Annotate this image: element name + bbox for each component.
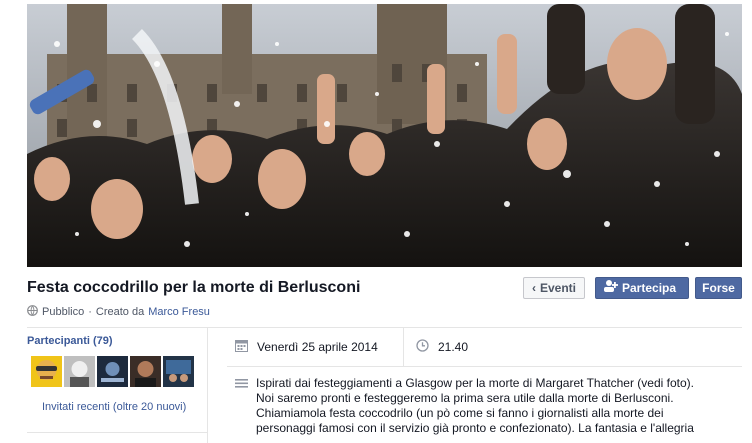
- avatar[interactable]: [31, 356, 62, 387]
- description-line: Noi saremo pronti e festeggeremo la prim…: [256, 391, 674, 405]
- event-title: Festa coccodrillo per la morte di Berlus…: [27, 279, 361, 296]
- events-back-button[interactable]: ‹ Eventi: [523, 277, 586, 299]
- event-header: Festa coccodrillo per la morte di Berlus…: [27, 277, 742, 303]
- cover-photo[interactable]: [27, 4, 742, 267]
- description-lines-icon: [235, 376, 248, 436]
- description-text: Ispirati dai festeggiamenti a Glasgow pe…: [256, 376, 736, 436]
- created-by-prefix: Creato da: [95, 306, 145, 318]
- avatar[interactable]: [130, 356, 161, 387]
- participants-panel: Partecipanti (79) Invitati recenti (oltr…: [27, 328, 208, 443]
- event-date-label: Venerdì 25 aprile 2014: [257, 340, 378, 354]
- clock-icon: [416, 339, 429, 355]
- invited-recent-link[interactable]: Invitati recenti (oltre 20 nuovi): [42, 401, 186, 413]
- chevron-left-icon: ‹: [532, 281, 536, 295]
- join-label: Partecipa: [622, 281, 677, 295]
- privacy-label: Pubblico: [42, 306, 85, 318]
- event-date[interactable]: Venerdì 25 aprile 2014: [235, 339, 378, 355]
- description-line: Ispirati dai festeggiamenti a Glasgow pe…: [256, 376, 694, 390]
- participant-avatars: [31, 356, 194, 387]
- event-time: 21.40: [416, 339, 468, 355]
- avatar[interactable]: [163, 356, 194, 387]
- meta-separator: ·: [88, 306, 92, 318]
- avatar[interactable]: [64, 356, 95, 387]
- participants-divider: [27, 432, 207, 433]
- calendar-icon: [235, 339, 248, 355]
- date-time-row: Venerdì 25 aprile 2014 21.40: [227, 328, 742, 367]
- description-line: personaggi famosi con il servizio già pr…: [256, 421, 694, 435]
- cover-photo-image: [27, 4, 742, 267]
- event-details: Venerdì 25 aprile 2014 21.40 Ispirati da…: [227, 328, 742, 443]
- description-line: Chiamiamola festa coccodrilo (un pò come…: [256, 406, 664, 420]
- add-user-icon: [604, 278, 618, 298]
- maybe-button[interactable]: Forse: [695, 277, 742, 299]
- events-back-label: Eventi: [540, 281, 577, 295]
- join-button[interactable]: Partecipa: [595, 277, 689, 299]
- globe-icon: [27, 305, 38, 319]
- event-description: Ispirati dai festeggiamenti a Glasgow pe…: [235, 376, 736, 436]
- event-time-label: 21.40: [438, 340, 469, 354]
- event-meta: Pubblico · Creato da Marco Fresu: [27, 305, 210, 319]
- creator-link[interactable]: Marco Fresu: [148, 306, 210, 318]
- maybe-label: Forse: [702, 281, 735, 295]
- avatar[interactable]: [97, 356, 128, 387]
- date-time-separator: [403, 328, 404, 366]
- participants-title[interactable]: Partecipanti (79): [27, 335, 113, 347]
